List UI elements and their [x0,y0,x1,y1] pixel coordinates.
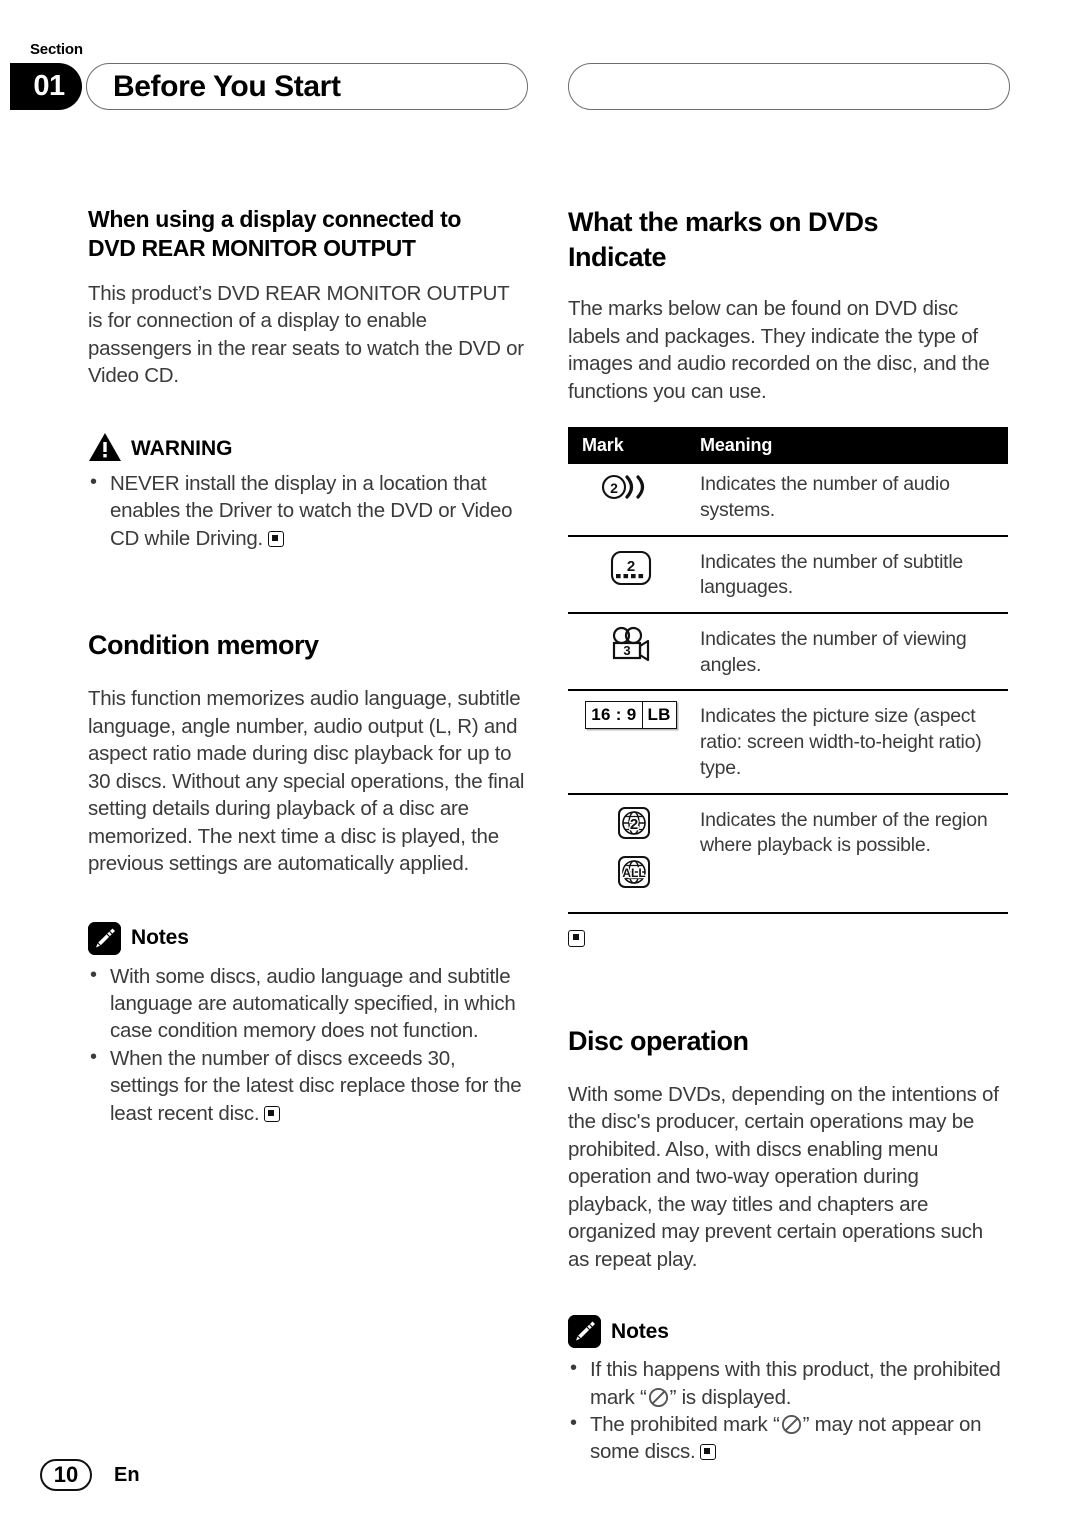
meaning-cell: Indicates the number of the region where… [694,793,1008,914]
mark-cell: 2 ALL [568,793,694,914]
disc-operation-paragraph: With some DVDs, depending on the intenti… [568,1082,999,1271]
meaning-cell: Indicates the number of subtitle languag… [694,535,1008,615]
dvd-marks-heading-line1: What the marks on DVDs [568,207,879,237]
viewing-angles-camera-icon: 3 [602,624,660,671]
display-connection-heading-line2: DVD REAR MONITOR OUTPUT [88,235,416,262]
left-column: When using a display connected to DVD RE… [88,205,528,1127]
meaning-cell: Indicates the number of viewing angles. [694,613,1008,692]
page-footer: 10 En [40,1459,140,1491]
table-body: 2 Indicates the number of audio systems.… [568,464,1008,914]
dvd-marks-table: Mark Meaning 2 Indicates the number of a… [568,427,1008,914]
end-of-section-mark-wrap [568,929,1008,952]
prohibited-mark-icon [781,1414,802,1435]
end-of-section-mark [700,1444,717,1461]
column-header-meaning: Meaning [694,427,1008,465]
meaning-cell: Indicates the number of audio systems. [694,464,1008,537]
audio-systems-icon: 2 [600,472,662,507]
dvd-marks-paragraph: The marks below can be found on DVD disc… [568,297,990,403]
dvd-marks-heading-line2: Indicate [568,242,667,273]
list-item: When the number of discs exceeds 30, set… [88,1044,528,1127]
warning-bullet-text: NEVER install the display in a location … [110,471,513,550]
notes-label-right: Notes [611,1319,669,1343]
mark-cell: 16 : 9 LB [568,690,694,795]
warning-label: WARNING [131,436,233,460]
aspect-ratio-value: 16 : 9 [591,705,637,725]
display-connection-heading-line1: When using a display connected to [88,206,462,232]
table-row: 2 Indicates the number of subtitle langu… [568,535,1008,615]
list-item: If this happens with this product, the p… [568,1355,1008,1411]
table-header-row: Mark Meaning [568,427,1008,465]
display-connection-heading: When using a display connected to DVD RE… [88,205,528,264]
disc-operation-heading: Disc operation [568,1025,749,1056]
svg-text:3: 3 [623,643,630,658]
header-pill-right-empty [568,63,1010,110]
notes-bullet-list-right: If this happens with this product, the p… [568,1355,1008,1466]
section-number-badge: 01 [10,63,82,110]
notes-right-bullet-2-before: The prohibited mark “ [590,1412,780,1436]
svg-text:2: 2 [627,558,635,575]
display-connection-paragraph: This product’s DVD REAR MONITOR OUTPUT i… [88,281,524,388]
pencil-icon [88,921,121,955]
notes-label-left: Notes [131,926,189,950]
svg-text:2: 2 [630,816,638,833]
condition-memory-heading: Condition memory [88,630,319,661]
table-row: 16 : 9 LB Indicates the picture size (asp… [568,690,1008,795]
condition-memory-paragraph: This function memorizes audio language, … [88,687,525,876]
table-row: 3 Indicates the number of viewing angles… [568,613,1008,692]
table-head: Mark Meaning [568,427,1008,465]
notes-left-bullet-1: With some discs, audio language and subt… [110,964,516,1043]
right-column: What the marks on DVDs Indicate The mark… [568,205,1008,1466]
warning-header: WARNING [88,432,528,462]
list-item: The prohibited mark “” may not appear on… [568,1410,1008,1466]
mark-cell: 3 [568,613,694,692]
page-number: 10 [40,1459,92,1491]
region-globe-icon: 2 [609,805,653,852]
region-globe-all-icon: ALL [609,854,653,901]
svg-text:2: 2 [610,480,618,496]
prohibited-mark-icon [648,1387,669,1408]
section-word: Section [30,41,83,58]
notes-right-bullet-1-after: ” is displayed. [669,1385,792,1409]
language-code: En [114,1463,140,1486]
page-title: Before You Start [113,69,341,103]
page-title-pill: Before You Start [86,63,528,110]
aspect-ratio-icon: 16 : 9 LB [585,701,677,730]
table-row: 2 Indicates the number of audio systems. [568,464,1008,537]
notes-header-left: Notes [88,921,528,955]
mark-cell: 2 [568,535,694,615]
aspect-ratio-lb: LB [641,702,676,729]
column-header-mark: Mark [568,427,694,465]
warning-bullet-list: NEVER install the display in a location … [88,469,528,552]
svg-text:ALL: ALL [622,866,645,880]
pencil-icon [568,1315,601,1349]
notes-left-bullet-2: When the number of discs exceeds 30, set… [110,1046,522,1125]
table-row: 2 ALL Indicates the number of the region… [568,793,1008,914]
notes-bullet-list-left: With some discs, audio language and subt… [88,962,528,1128]
dvd-marks-heading: What the marks on DVDs Indicate [568,205,1008,275]
end-of-section-mark [264,1105,281,1122]
notes-header-right: Notes [568,1315,1008,1349]
end-of-section-mark [267,530,284,547]
list-item: With some discs, audio language and subt… [88,962,528,1045]
meaning-cell: Indicates the picture size (aspect ratio… [694,690,1008,795]
list-item: NEVER install the display in a location … [88,469,528,552]
warning-triangle-icon [88,432,122,462]
end-of-section-mark [568,929,585,947]
page-header: Section 01 Before You Start [0,36,1080,116]
subtitle-languages-icon: 2 [602,547,660,596]
mark-cell: 2 [568,464,694,537]
